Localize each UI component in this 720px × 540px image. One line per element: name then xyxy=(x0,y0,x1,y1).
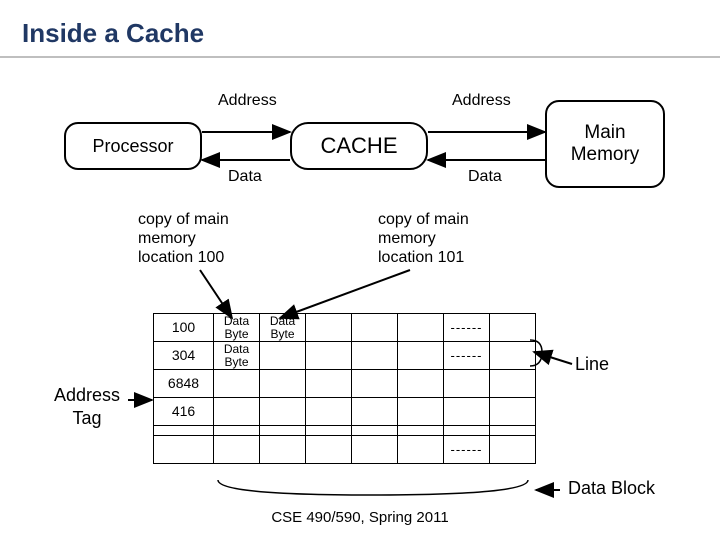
data-byte-cell xyxy=(444,398,490,426)
data-byte-cell xyxy=(398,436,444,464)
data-byte-cell xyxy=(260,370,306,398)
data-byte-cell xyxy=(490,370,536,398)
data-byte-cell xyxy=(260,436,306,464)
data-byte-cell xyxy=(306,342,352,370)
cache-box: CACHE xyxy=(290,122,428,170)
data-label-right: Data xyxy=(468,168,502,186)
data-byte-cell xyxy=(306,426,352,436)
data-byte-cell xyxy=(444,426,490,436)
data-byte-cell xyxy=(352,398,398,426)
data-label-left: Data xyxy=(228,168,262,186)
data-byte-cell xyxy=(306,314,352,342)
address-tag-cell: 6848 xyxy=(154,370,214,398)
processor-label: Processor xyxy=(92,136,173,157)
data-byte-cell xyxy=(260,426,306,436)
data-byte-cell xyxy=(260,398,306,426)
data-byte-cell xyxy=(306,370,352,398)
address-tag-cell xyxy=(154,426,214,436)
title-divider xyxy=(0,56,720,58)
data-byte-cell xyxy=(306,436,352,464)
data-byte-cell xyxy=(490,342,536,370)
address-tag-label: Address Tag xyxy=(42,384,132,429)
address-tag-cell: 100 xyxy=(154,314,214,342)
line-label: Line xyxy=(575,354,609,375)
data-byte-cell: Data Byte xyxy=(260,314,306,342)
data-byte-cell: Data Byte xyxy=(214,314,260,342)
data-byte-cell xyxy=(398,370,444,398)
data-byte-cell xyxy=(352,436,398,464)
data-byte-cell xyxy=(490,398,536,426)
data-byte-cell xyxy=(352,342,398,370)
address-label-right: Address xyxy=(452,92,511,110)
cache-table: 100Data ByteData Byte------304Data Byte-… xyxy=(153,313,536,464)
data-byte-cell xyxy=(352,426,398,436)
data-byte-cell xyxy=(214,398,260,426)
copy-100-label: copy of main memory location 100 xyxy=(138,210,229,268)
data-byte-cell xyxy=(214,370,260,398)
data-byte-cell xyxy=(352,370,398,398)
footer: CSE 490/590, Spring 2011 xyxy=(0,509,720,526)
address-label-left: Address xyxy=(218,92,277,110)
data-byte-cell xyxy=(352,314,398,342)
memory-box: Main Memory xyxy=(545,100,665,188)
data-byte-cell xyxy=(398,398,444,426)
data-byte-cell: ------ xyxy=(444,342,490,370)
address-tag-cell xyxy=(154,436,214,464)
processor-box: Processor xyxy=(64,122,202,170)
cache-label: CACHE xyxy=(320,133,397,159)
data-byte-cell: ------ xyxy=(444,436,490,464)
data-byte-cell xyxy=(490,426,536,436)
copy-101-label: copy of main memory location 101 xyxy=(378,210,469,268)
data-byte-cell xyxy=(398,342,444,370)
address-tag-cell: 416 xyxy=(154,398,214,426)
data-byte-cell xyxy=(398,314,444,342)
data-byte-cell xyxy=(214,426,260,436)
memory-label: Main Memory xyxy=(571,122,640,166)
slide-title: Inside a Cache xyxy=(22,18,204,49)
data-byte-cell xyxy=(214,436,260,464)
data-byte-cell xyxy=(306,398,352,426)
address-tag-cell: 304 xyxy=(154,342,214,370)
data-byte-cell: Data Byte xyxy=(214,342,260,370)
data-byte-cell xyxy=(490,436,536,464)
data-byte-cell xyxy=(490,314,536,342)
data-byte-cell xyxy=(398,426,444,436)
data-byte-cell xyxy=(444,370,490,398)
data-byte-cell: ------ xyxy=(444,314,490,342)
data-block-label: Data Block xyxy=(568,478,655,499)
data-byte-cell xyxy=(260,342,306,370)
